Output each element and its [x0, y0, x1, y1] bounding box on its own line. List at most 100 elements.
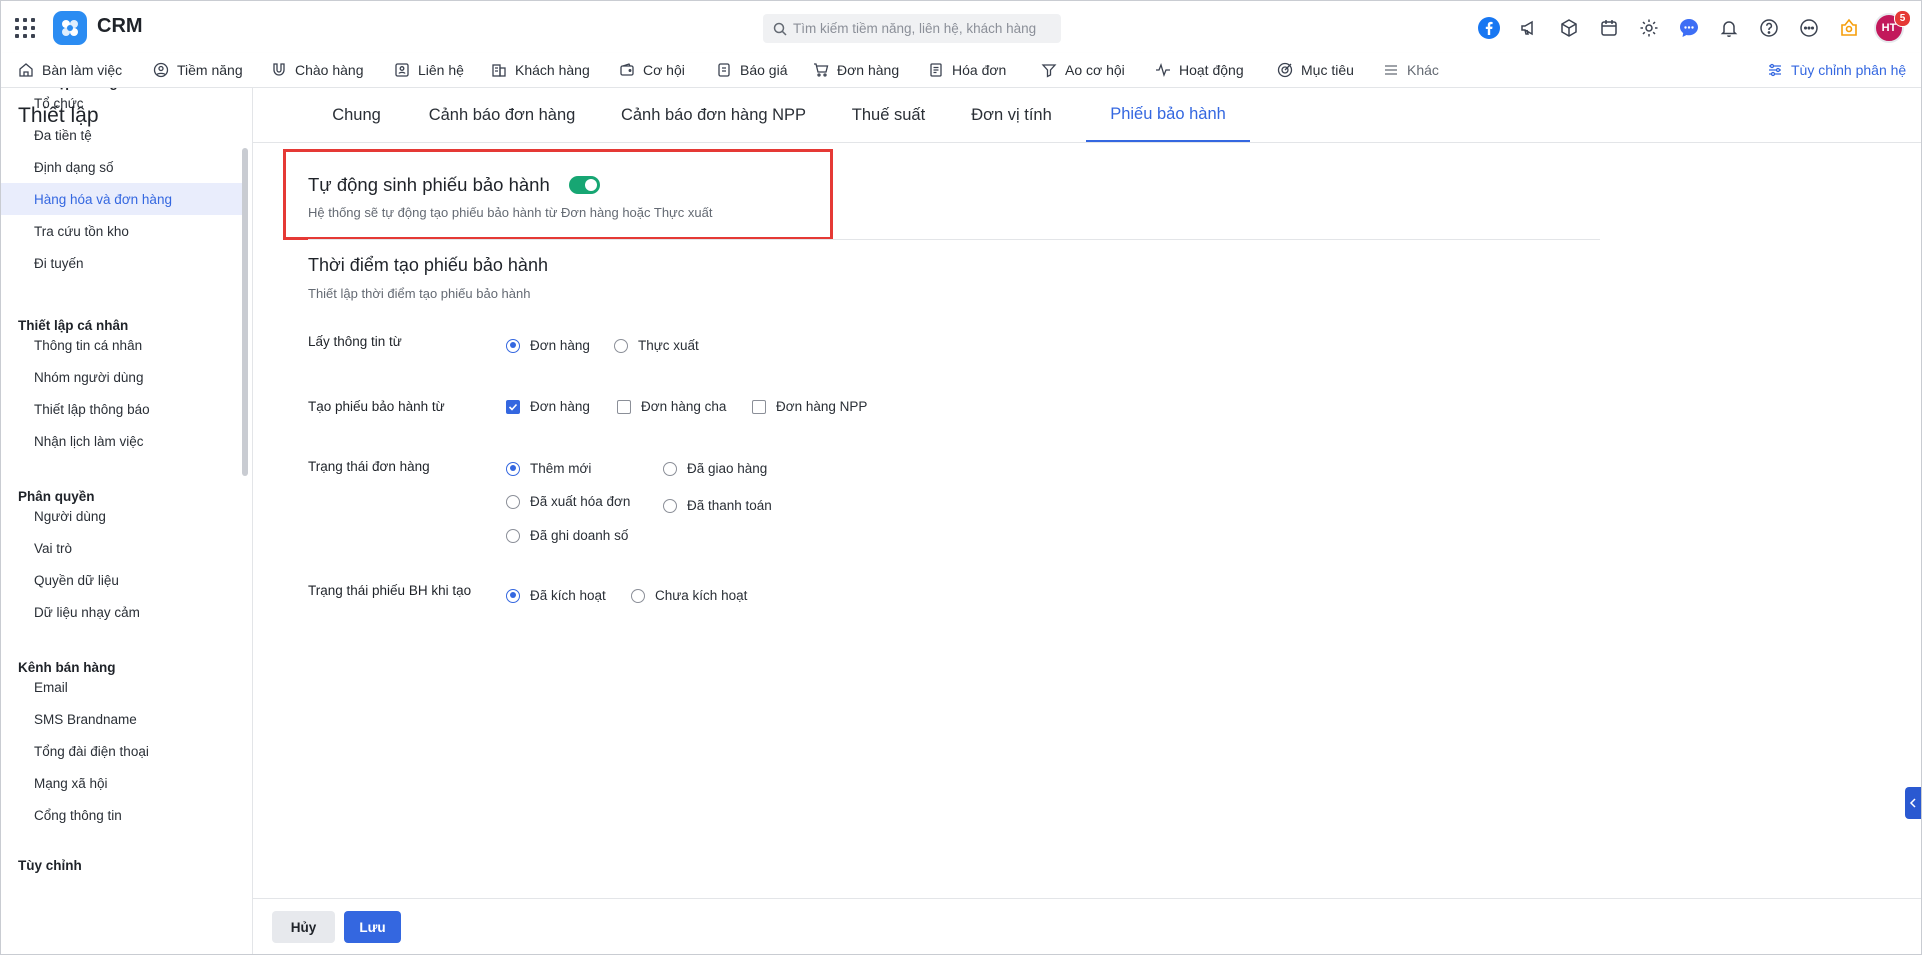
- sliders-icon: [1769, 63, 1781, 77]
- nav-item-label: Khác: [1407, 62, 1439, 78]
- nav-item-9[interactable]: Ao cơ hội: [1041, 53, 1125, 87]
- tab-4[interactable]: Đơn vị tính: [961, 88, 1062, 142]
- create-from-npp-order[interactable]: Đơn hàng NPP: [752, 399, 867, 414]
- nav-item-1[interactable]: Tiềm năng: [153, 53, 243, 87]
- sidebar-item[interactable]: Định dạng số: [1, 151, 242, 183]
- warranty-status-inactive[interactable]: Chưa kích hoạt: [631, 588, 747, 603]
- warranty-status-label: Trạng thái phiếu BH khi tạo: [308, 583, 472, 598]
- save-button[interactable]: Lưu: [344, 911, 401, 943]
- notification-badge: 5: [1894, 10, 1911, 27]
- nav-item-5[interactable]: Cơ hội: [619, 53, 685, 87]
- sidebar-item[interactable]: Quyền dữ liệu: [1, 564, 242, 596]
- radio-icon: [631, 588, 645, 603]
- nav-item-11[interactable]: Mục tiêu: [1277, 53, 1354, 87]
- global-search[interactable]: Tìm kiếm tiềm năng, liên hệ, khách hàng: [763, 14, 1061, 43]
- source-option-export[interactable]: Thực xuất: [614, 338, 699, 353]
- cart-icon: [814, 63, 829, 77]
- order-status-delivered[interactable]: Đã giao hàng: [663, 461, 767, 476]
- tab-5[interactable]: Phiếu bảo hành: [1086, 88, 1250, 142]
- help-icon[interactable]: [1755, 14, 1783, 42]
- sidebar-item[interactable]: Đi tuyến: [1, 247, 242, 279]
- sidebar-item[interactable]: Vai trò: [1, 532, 242, 564]
- warranty-status-active[interactable]: Đã kích hoạt: [506, 588, 606, 603]
- sidebar-section-title[interactable]: Tùy chỉnh: [18, 858, 82, 873]
- nav-item-2[interactable]: Chào hàng: [271, 53, 364, 87]
- order-status-label: Trạng thái đơn hàng: [308, 459, 430, 474]
- nav-item-0[interactable]: Bàn làm việc: [18, 53, 122, 87]
- nav-item-8[interactable]: Hóa đơn: [928, 53, 1006, 87]
- radio-icon: [506, 528, 520, 543]
- megaphone-icon[interactable]: [1515, 14, 1543, 42]
- divider: [308, 239, 1600, 240]
- bell-icon[interactable]: [1715, 14, 1743, 42]
- menu-icon: [1385, 65, 1397, 75]
- order-status-new[interactable]: Thêm mới: [506, 461, 591, 476]
- settings-gear-icon[interactable]: [1635, 14, 1663, 42]
- invoice-icon: [930, 63, 942, 77]
- radio-icon: [663, 498, 677, 513]
- quote-doc-icon: [718, 63, 730, 77]
- nav-item-10[interactable]: Hoạt động: [1155, 53, 1244, 87]
- chevron-left-icon: [1909, 798, 1916, 808]
- chat-icon[interactable]: [1675, 14, 1703, 42]
- search-icon: [773, 22, 787, 36]
- radio-icon: [506, 588, 520, 603]
- sidebar-item[interactable]: Mạng xã hội: [1, 767, 242, 799]
- auto-gen-toggle[interactable]: [569, 176, 600, 194]
- sidebar-item[interactable]: Thông tin cá nhân: [1, 329, 242, 361]
- order-status-revenue[interactable]: Đã ghi doanh số: [506, 528, 628, 543]
- funnel-icon: [1041, 64, 1057, 78]
- nav-item-4[interactable]: Khách hàng: [491, 53, 590, 87]
- order-status-paid[interactable]: Đã thanh toán: [663, 498, 772, 513]
- contact-card-icon: [395, 63, 409, 77]
- more-options-icon[interactable]: [1795, 14, 1823, 42]
- create-from-order[interactable]: Đơn hàng: [506, 399, 590, 414]
- timing-title: Thời điểm tạo phiếu bảo hành: [308, 255, 548, 275]
- nav-item-label: Hoạt động: [1179, 62, 1244, 78]
- facebook-icon[interactable]: [1475, 14, 1503, 42]
- sidebar-item[interactable]: SMS Brandname: [1, 703, 242, 735]
- sidebar-item[interactable]: Thiết lập thông báo: [1, 393, 242, 425]
- nav-item-label: Cơ hội: [643, 62, 685, 78]
- building-icon: [492, 64, 506, 77]
- tab-1[interactable]: Cảnh báo đơn hàng: [412, 88, 592, 142]
- sidebar-item[interactable]: Người dùng: [1, 500, 242, 532]
- nav-item-3[interactable]: Liên hệ: [394, 53, 464, 87]
- nav-item-7[interactable]: Đơn hàng: [813, 53, 899, 87]
- sidebar-item[interactable]: Dữ liệu nhạy cảm: [1, 596, 242, 628]
- source-label: Lấy thông tin từ: [308, 334, 402, 349]
- sidebar-item[interactable]: Hàng hóa và đơn hàng: [1, 183, 242, 215]
- side-panel-toggle[interactable]: [1905, 787, 1921, 819]
- sidebar-item[interactable]: Nhóm người dùng: [1, 361, 242, 393]
- create-from-parent-order[interactable]: Đơn hàng cha: [617, 399, 726, 414]
- calendar-icon[interactable]: [1595, 14, 1623, 42]
- tab-3[interactable]: Thuế suất: [841, 88, 936, 142]
- tab-2[interactable]: Cảnh báo đơn hàng NPP: [607, 88, 820, 142]
- sidebar-item[interactable]: Nhận lịch làm việc: [1, 425, 242, 457]
- sidebar-item[interactable]: Tổng đài điện thoại: [1, 735, 242, 767]
- nav-item-label: Khách hàng: [515, 62, 590, 78]
- sidebar-item[interactable]: Tra cứu tồn kho: [1, 215, 242, 247]
- sidebar-item[interactable]: Tổ chức: [1, 88, 242, 119]
- nav-item-label: Chào hàng: [295, 62, 364, 78]
- crm-logo-icon[interactable]: [53, 11, 87, 45]
- magnet-icon: [273, 63, 285, 76]
- order-status-invoiced[interactable]: Đã xuất hóa đơn: [506, 494, 630, 509]
- location-pin-icon[interactable]: [1835, 14, 1863, 42]
- cancel-button[interactable]: Hủy: [272, 911, 335, 943]
- apps-grid-icon[interactable]: [15, 18, 35, 38]
- settings-tabs: Chung Cảnh báo đơn hàng Cảnh báo đơn hàng …: [253, 88, 1921, 143]
- sidebar-item[interactable]: Email: [1, 671, 242, 703]
- nav-item-6[interactable]: Báo giá: [716, 53, 787, 87]
- tab-0[interactable]: Chung: [319, 88, 394, 142]
- source-option-order[interactable]: Đơn hàng: [506, 338, 590, 353]
- sidebar-item[interactable]: Cổng thông tin: [1, 799, 242, 831]
- form-footer: Hủy Lưu: [253, 898, 1921, 954]
- package-icon[interactable]: [1555, 14, 1583, 42]
- nav-item-12[interactable]: Khác: [1383, 53, 1439, 87]
- radio-icon: [506, 338, 520, 353]
- sidebar-scrollbar[interactable]: [242, 148, 248, 476]
- sidebar-item[interactable]: Đa tiền tệ: [1, 119, 242, 151]
- customize-modules-link[interactable]: Tùy chỉnh phân hệ: [1767, 53, 1906, 87]
- main-content: Chung Cảnh báo đơn hàng Cảnh báo đơn hàng …: [253, 88, 1921, 954]
